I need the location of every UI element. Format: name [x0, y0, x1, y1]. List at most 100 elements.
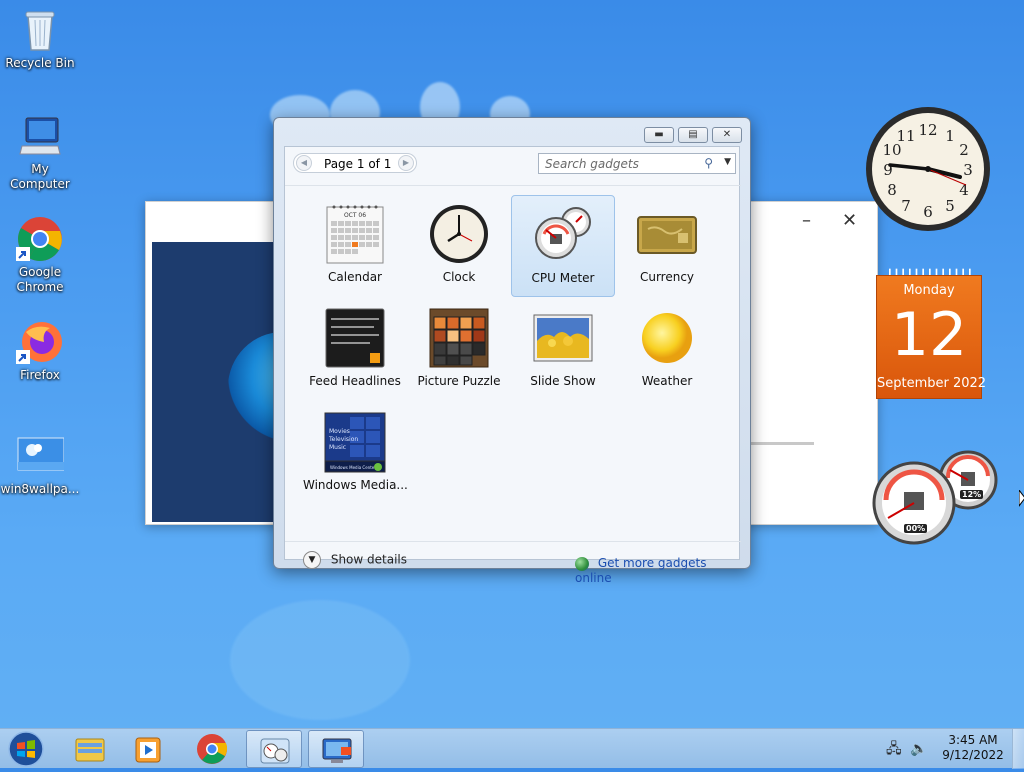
clock-numeral: 2	[959, 141, 969, 159]
chrome-icon	[197, 734, 228, 764]
taskbar-date: 9/12/2022	[942, 748, 1004, 762]
desktop-icon-firefox[interactable]: Firefox	[0, 318, 80, 383]
gadget-clock[interactable]: Clock	[407, 195, 511, 297]
desktop-icon-my-computer[interactable]: My Computer	[0, 112, 80, 192]
media-center-thumb-icon: Movies Television Music Windows Media Ce…	[324, 411, 386, 473]
desktop-icon-recycle-bin[interactable]: Recycle Bin	[0, 6, 80, 71]
gadget-name: Calendar	[328, 270, 382, 284]
search-box[interactable]: ⚲ ▼	[538, 153, 736, 174]
next-page-button[interactable]: ▶	[398, 155, 414, 171]
gadget-windows-media-center[interactable]: Movies Television Music Windows Media Ce…	[303, 403, 408, 505]
gadget-cpu-meter[interactable]: CPU Meter	[511, 195, 615, 297]
media-player-icon	[135, 737, 161, 763]
globe-icon	[575, 556, 589, 571]
desktop-icon-label: win8wallpa...	[0, 482, 80, 496]
get-more-gadgets-link[interactable]: Get more gadgets online	[575, 556, 739, 585]
taskbar-gadgets-button[interactable]	[246, 730, 302, 768]
calendar-day-number: 12	[890, 300, 968, 370]
feed-thumb-icon	[324, 307, 386, 369]
gadget-currency[interactable]: Currency	[615, 195, 719, 297]
taskbar-clock[interactable]: 3:45 AM 9/12/2022	[940, 733, 1006, 763]
currency-thumb-icon	[636, 203, 698, 265]
gadget-gallery-window[interactable]: ▬ ▤ ✕ ◀ Page 1 of 1 ▶ ⚲ ▼	[273, 117, 751, 585]
start-button[interactable]	[4, 730, 48, 768]
clock-numeral: 3	[963, 161, 973, 179]
firefox-icon	[16, 318, 64, 366]
slideshow-thumb-icon	[532, 307, 594, 369]
taskbar-media-player-button[interactable]	[120, 730, 176, 768]
media-thumb-line-movies: Movies	[329, 428, 350, 435]
desktop-icon-label: Google Chrome	[16, 265, 64, 294]
gadget-picture-puzzle[interactable]: Picture Puzzle	[407, 299, 511, 401]
media-thumb-brand: Windows Media Center	[330, 465, 376, 470]
taskbar: 🖧 🔈 3:45 AM 9/12/2022	[0, 728, 1024, 769]
clock-thumb-icon	[428, 203, 490, 265]
clock-numeral: 7	[901, 197, 911, 215]
show-desktop-button[interactable]	[1012, 729, 1024, 769]
calendar-page: Monday 12 September 2022	[876, 275, 987, 399]
clock-numeral: 6	[923, 203, 933, 221]
remote-desktop-icon	[322, 738, 352, 763]
desktop-icon-google-chrome[interactable]: Google Chrome	[0, 215, 80, 295]
calendar-thumb-month: OCT 06	[344, 212, 366, 219]
cpu-meter-gadget[interactable]: 00% 12%	[872, 448, 1002, 548]
gadget-name: Slide Show	[530, 374, 596, 388]
recycle-bin-icon	[16, 6, 64, 54]
calendar-thumb-icon: OCT 06	[324, 203, 386, 265]
gallery-content: ◀ Page 1 of 1 ▶ ⚲ ▼	[284, 146, 741, 585]
clock-gadget[interactable]: 12 1 2 3 4 5 6 7 8 9 10 11	[864, 105, 992, 233]
taskbar-remote-desktop-button[interactable]	[308, 730, 364, 768]
gadget-name: Clock	[442, 270, 476, 284]
taskbar-chrome-button[interactable]	[184, 730, 240, 768]
maximize-button[interactable]: ▤	[678, 127, 708, 143]
taskbar-time: 3:45 AM	[948, 733, 998, 747]
chrome-icon	[16, 215, 64, 263]
gadget-name: Currency	[639, 270, 695, 284]
clock-face-icon: 12 1 2 3 4 5 6 7 8 9 10 11	[866, 107, 990, 231]
gadgets-icon	[260, 738, 290, 764]
mouse-cursor-icon	[1019, 490, 1024, 507]
media-thumb-line-television: Television	[328, 436, 358, 443]
close-button[interactable]: ✕	[712, 127, 742, 143]
page-indicator: Page 1 of 1	[324, 157, 392, 171]
progress-bar	[746, 442, 814, 445]
computer-icon	[16, 112, 64, 160]
network-icon[interactable]: 🖧	[886, 741, 902, 757]
desktop-icon-label: Recycle Bin	[5, 56, 75, 70]
clock-numeral: 5	[945, 197, 955, 215]
prev-page-button[interactable]: ◀	[296, 155, 312, 171]
cpu-usage-value: 00%	[904, 524, 928, 533]
divider	[285, 185, 741, 186]
gadget-name: Windows Media...	[303, 478, 408, 492]
page-navigator: ◀ Page 1 of 1 ▶	[293, 153, 417, 173]
taskbar-explorer-button[interactable]	[62, 730, 118, 768]
puzzle-thumb-icon	[428, 307, 490, 369]
desktop-icon-label: My Computer	[10, 162, 70, 191]
volume-icon[interactable]: 🔈	[910, 741, 927, 757]
chevron-down-icon: ▼	[303, 551, 321, 569]
minimize-button[interactable]: –	[802, 210, 811, 231]
system-tray: 🖧 🔈	[886, 738, 928, 762]
windows-logo-icon	[8, 731, 44, 767]
clock-numeral: 12	[918, 121, 937, 139]
search-input[interactable]	[543, 155, 693, 173]
minimize-button[interactable]: ▬	[644, 127, 674, 143]
gadget-name: CPU Meter	[531, 271, 595, 285]
weather-thumb-icon	[636, 307, 698, 369]
desktop-icon-label: Firefox	[20, 368, 60, 382]
cpu-meter-thumb-icon	[532, 204, 594, 266]
gadget-slide-show[interactable]: Slide Show	[511, 299, 615, 401]
gadget-name: Picture Puzzle	[417, 374, 501, 388]
gadget-calendar[interactable]: OCT 06 Calendar	[303, 195, 407, 297]
desktop-icon-wallpaper-file[interactable]: win8wallpa...	[0, 432, 80, 497]
calendar-gadget[interactable]: Monday 12 September 2022	[876, 267, 987, 400]
search-dropdown-icon[interactable]: ▼	[724, 157, 731, 167]
calendar-weekday: Monday	[903, 283, 955, 298]
search-icon[interactable]: ⚲	[704, 156, 713, 170]
close-button[interactable]: ✕	[842, 210, 857, 231]
show-details-toggle[interactable]: ▼ Show details	[303, 551, 407, 569]
gadget-weather[interactable]: Weather	[615, 299, 719, 401]
clock-numeral: 11	[896, 127, 915, 145]
calendar-month-year: September 2022	[877, 376, 987, 391]
gadget-feed-headlines[interactable]: Feed Headlines	[303, 299, 407, 401]
